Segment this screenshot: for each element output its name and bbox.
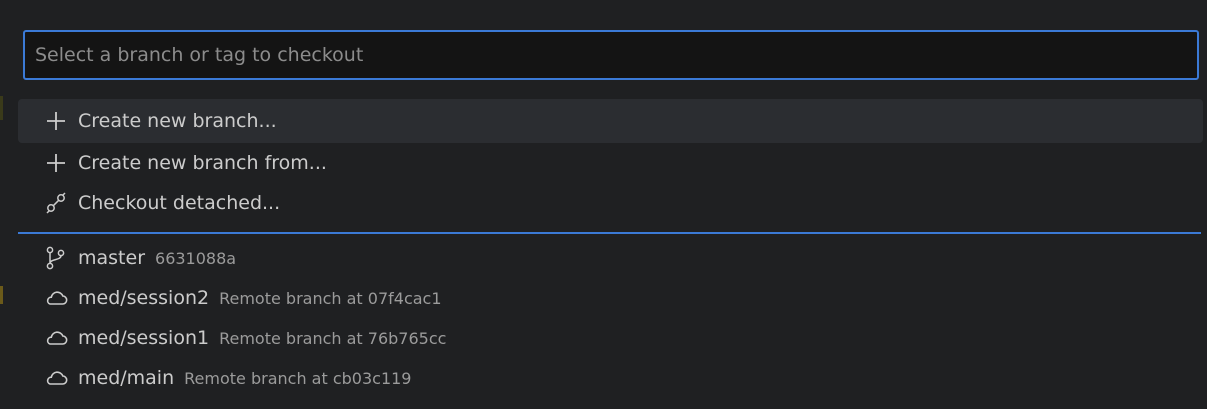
branch-description: 6631088a <box>155 248 237 268</box>
checkout-detached-item[interactable]: Checkout detached... <box>18 183 1203 223</box>
branch-name: med/session2 <box>78 287 210 309</box>
plus-icon <box>44 109 68 133</box>
branch-quick-pick: Create new branch... Create new branch f… <box>0 0 1207 409</box>
branch-item-med-session2[interactable]: med/session2 Remote branch at 07f4cac1 <box>18 278 1203 318</box>
branch-search-box[interactable] <box>23 30 1199 80</box>
branch-item-master[interactable]: master 6631088a <box>18 238 1203 278</box>
editor-gutter-marker <box>0 286 3 304</box>
branch-name: med/session1 <box>78 327 210 349</box>
branch-description: Remote branch at cb03c119 <box>184 368 412 388</box>
cloud-icon <box>44 326 68 350</box>
cloud-icon <box>44 286 68 310</box>
checkout-detached-label: Checkout detached... <box>78 192 281 214</box>
git-commit-detached-icon <box>44 191 68 215</box>
branch-list: master 6631088a med/session2 Remote bran… <box>18 238 1203 398</box>
list-separator <box>18 232 1201 234</box>
create-new-branch-label: Create new branch... <box>78 110 277 132</box>
create-new-branch-item[interactable]: Create new branch... <box>18 99 1203 143</box>
plus-icon <box>44 151 68 175</box>
cloud-icon <box>44 366 68 390</box>
branch-name: med/main <box>78 367 175 389</box>
create-new-branch-from-label: Create new branch from... <box>78 152 327 174</box>
action-list: Create new branch... Create new branch f… <box>18 99 1203 223</box>
editor-gutter-marker <box>0 96 3 120</box>
branch-item-med-session1[interactable]: med/session1 Remote branch at 76b765cc <box>18 318 1203 358</box>
create-new-branch-from-item[interactable]: Create new branch from... <box>18 143 1203 183</box>
branch-description: Remote branch at 07f4cac1 <box>219 288 442 308</box>
branch-item-med-main[interactable]: med/main Remote branch at cb03c119 <box>18 358 1203 398</box>
branch-name: master <box>78 247 146 269</box>
branch-search-input[interactable] <box>35 40 1175 70</box>
git-branch-icon <box>44 246 68 270</box>
branch-description: Remote branch at 76b765cc <box>219 328 447 348</box>
